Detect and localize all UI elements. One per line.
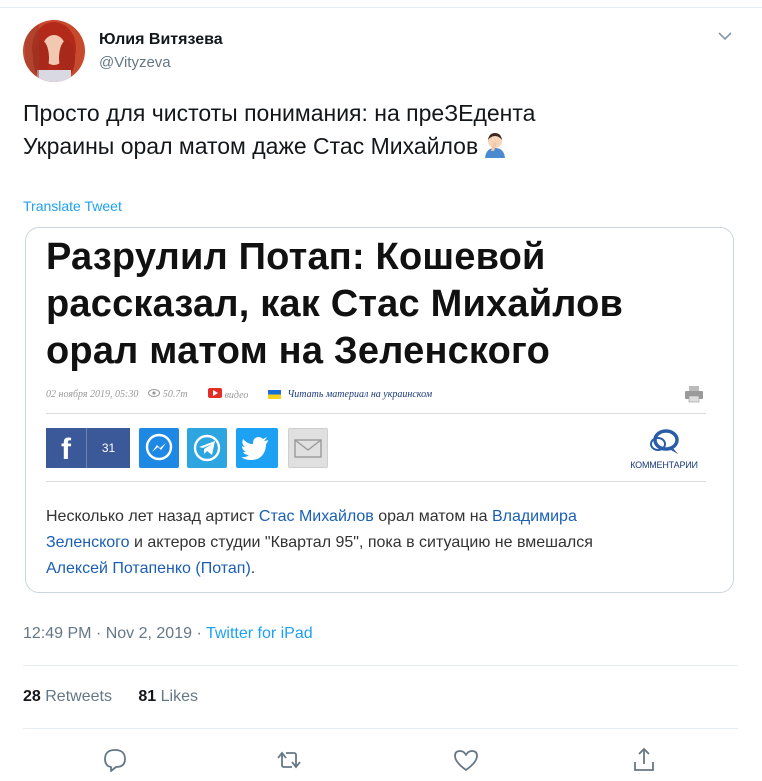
- twitter-share-button: [236, 428, 278, 468]
- chevron-down-icon[interactable]: [715, 28, 735, 44]
- ukraine-flag-icon: [268, 390, 282, 399]
- author-name[interactable]: Юлия Витязева: [99, 31, 223, 49]
- separator-dot: ·: [95, 625, 106, 642]
- facebook-share-count: 31: [86, 428, 130, 468]
- likes-stat[interactable]: 81 Likes: [138, 688, 198, 705]
- article-headline: Разрулил Потап: Кошевой рассказал, как С…: [46, 234, 726, 375]
- print-icon: [684, 385, 704, 403]
- lead-line: Алексей Потапенко (Потап).: [46, 556, 716, 582]
- retweets-stat[interactable]: 28 Retweets: [23, 688, 112, 705]
- article-meta: 02 ноября 2019, 05:30 50.7т видео Читать…: [46, 388, 442, 401]
- twitter-bird-icon: [241, 437, 268, 460]
- retweets-count: 28: [23, 688, 41, 705]
- comments-link: КОММЕНТАРИИ: [622, 426, 706, 476]
- envelope-icon: [294, 439, 322, 458]
- share-icon: [634, 747, 654, 771]
- views-count: 50.7т: [148, 389, 197, 400]
- heart-icon: [454, 750, 478, 771]
- tweet-text-line: Просто для чистоты понимания: на преЗЕде…: [23, 100, 536, 126]
- lead-segment: и актеров студии "Квартал 95", пока в си…: [129, 534, 593, 551]
- messenger-icon: [145, 433, 173, 461]
- tweet-source-link[interactable]: Twitter for iPad: [206, 625, 313, 642]
- divider: [46, 413, 706, 414]
- tweet-stats: 28 Retweets 81 Likes: [23, 688, 220, 706]
- email-share-button: [288, 428, 328, 468]
- face-palm-icon: [482, 132, 508, 158]
- divider: [23, 728, 738, 729]
- facebook-icon: f: [61, 433, 71, 466]
- separator-dot: ·: [196, 625, 206, 642]
- views-value: 50.7т: [162, 389, 188, 400]
- likes-count: 81: [138, 688, 157, 705]
- messenger-share-button: [139, 428, 179, 468]
- link-vladimir-zelensky: Зеленского: [46, 534, 130, 551]
- comments-icon: [650, 429, 679, 454]
- tweet-date[interactable]: Nov 2, 2019: [106, 625, 192, 642]
- lead-line: Зеленского и актеров студии "Квартал 95"…: [46, 530, 716, 556]
- article-date: 02 ноября 2019, 05:30: [46, 389, 139, 400]
- lead-segment: Несколько лет назад артист: [46, 508, 259, 525]
- retweets-label: Retweets: [45, 688, 112, 705]
- comments-label: КОММЕНТАРИИ: [630, 460, 698, 470]
- share-button[interactable]: [630, 746, 658, 774]
- retweet-icon: [277, 751, 301, 769]
- telegram-share-button: [187, 428, 227, 468]
- link-alexey-potapenko: Алексей Потапенко (Потап): [46, 560, 251, 577]
- telegram-icon: [193, 434, 221, 462]
- read-ukrainian-link: Читать материал на украинском: [287, 389, 433, 400]
- tweet-page: Юлия Витязева @Vityzeva Просто для чисто…: [0, 0, 762, 781]
- headline-line: рассказал, как Стас Михайлов: [46, 283, 624, 325]
- likes-label: Likes: [160, 688, 199, 705]
- tweet-text-line: Украины орал матом даже Стас Михайлов: [23, 130, 723, 163]
- tweet-text: Просто для чистоты понимания: на преЗЕде…: [23, 97, 723, 163]
- tweet-time[interactable]: 12:49 PM: [23, 625, 91, 642]
- retweet-button[interactable]: [275, 746, 303, 774]
- headline-line: орал матом на Зеленского: [46, 330, 550, 372]
- article-image-card[interactable]: Разрулил Потап: Кошевой рассказал, как С…: [25, 227, 734, 593]
- tweet-text-segment: Украины орал матом даже Стас Михайлов: [23, 133, 479, 159]
- reply-icon: [104, 749, 126, 772]
- reply-button[interactable]: [101, 746, 129, 774]
- video-label: видео: [224, 390, 249, 401]
- lead-segment: орал матом на: [373, 508, 492, 525]
- divider: [23, 665, 738, 666]
- lead-segment: .: [250, 560, 256, 577]
- top-divider: [0, 0, 762, 8]
- translate-tweet-link[interactable]: Translate Tweet: [23, 198, 122, 214]
- author-handle[interactable]: @Vityzeva: [99, 54, 171, 71]
- tweet-timestamp: 12:49 PM · Nov 2, 2019 · Twitter for iPa…: [23, 625, 313, 643]
- link-vladimir-zelensky: Владимира: [491, 508, 577, 525]
- lead-line: Несколько лет назад артист Стас Михайлов…: [46, 504, 716, 530]
- video-badge: видео: [207, 388, 259, 401]
- like-button[interactable]: [452, 746, 480, 774]
- divider: [46, 481, 706, 482]
- avatar[interactable]: [23, 20, 85, 82]
- youtube-icon: [207, 388, 222, 398]
- facebook-share-button: f 31: [46, 428, 130, 468]
- article-lead: Несколько лет назад артист Стас Михайлов…: [46, 504, 716, 582]
- link-stas-mikhailov: Стас Михайлов: [258, 508, 374, 525]
- headline-line: Разрулил Потап: Кошевой: [46, 236, 546, 278]
